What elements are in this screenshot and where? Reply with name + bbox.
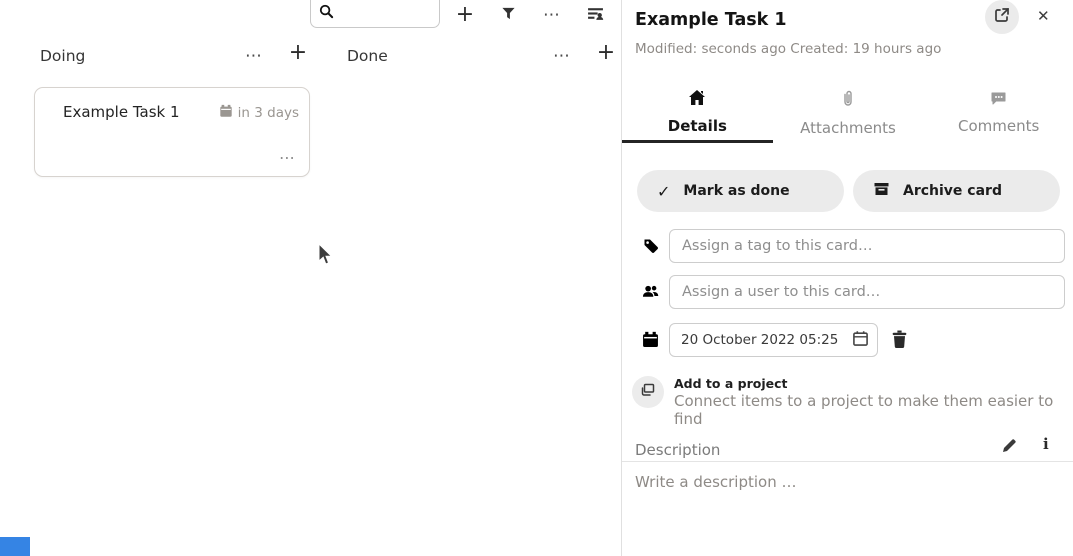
kanban-board: + ⋯ Doing ⋯ + Done ⋯ + Example Task 1 in… <box>0 0 621 556</box>
panel-tabs: Details Attachments Comments <box>622 84 1073 143</box>
plus-icon: + <box>597 40 615 65</box>
calendar-icon <box>642 331 659 348</box>
column-title-doing: Doing <box>40 47 85 65</box>
users-icon <box>642 283 659 300</box>
tab-comments-label: Comments <box>958 117 1039 135</box>
mouse-cursor <box>318 243 334 271</box>
calendar-outline-icon <box>852 330 869 351</box>
description-placeholder[interactable]: Write a description … <box>635 473 797 491</box>
project-windows-icon <box>640 382 656 402</box>
focus-indicator <box>0 537 30 556</box>
assign-tag-input[interactable] <box>669 229 1065 263</box>
column-doing-menu-button[interactable]: ⋯ <box>243 46 265 65</box>
assign-user-input[interactable] <box>669 275 1065 309</box>
search-input[interactable] <box>310 0 440 28</box>
edit-description-button[interactable] <box>1001 438 1017 458</box>
card-title: Example Task 1 <box>63 103 180 121</box>
calendar-icon <box>219 104 233 122</box>
add-to-project-button[interactable] <box>632 376 664 408</box>
home-icon <box>689 90 705 109</box>
add-to-project-subtitle: Connect items to a project to make them … <box>674 392 1073 428</box>
panel-title: Example Task 1 <box>635 10 787 30</box>
check-icon: ✓ <box>657 182 670 201</box>
ellipsis-icon: ⋯ <box>245 46 263 66</box>
trash-icon <box>891 333 908 352</box>
mark-as-done-label: Mark as done <box>683 183 789 199</box>
filter-icon <box>501 6 516 25</box>
archive-card-label: Archive card <box>903 183 1002 199</box>
panel-modified-created: Modified: seconds ago Created: 19 hours … <box>635 41 941 57</box>
tag-icon <box>642 237 659 254</box>
ellipsis-icon: ⋯ <box>543 7 561 24</box>
list-user-icon <box>587 5 604 26</box>
card-due-date: in 3 days <box>219 104 299 122</box>
archive-card-button[interactable]: Archive card <box>853 170 1060 212</box>
description-label: Description <box>635 441 720 459</box>
card-details-panel: Example Task 1 Modified: seconds ago Cre… <box>621 0 1073 556</box>
close-icon: ✕ <box>1037 7 1050 25</box>
card-menu-button[interactable]: ⋯ <box>279 148 296 167</box>
info-icon[interactable]: i <box>1043 435 1049 453</box>
archive-icon <box>873 181 890 201</box>
info-glyph: i <box>1043 435 1049 453</box>
ellipsis-icon: ⋯ <box>553 46 571 66</box>
column-done-menu-button[interactable]: ⋯ <box>551 46 573 65</box>
export-icon <box>994 7 1010 27</box>
plus-icon: + <box>289 40 307 65</box>
task-card[interactable]: Example Task 1 in 3 days ⋯ <box>34 87 310 177</box>
tab-attachments-label: Attachments <box>800 119 896 137</box>
open-in-window-button[interactable] <box>985 0 1019 34</box>
remove-date-button[interactable] <box>891 330 911 350</box>
search-icon <box>319 4 334 23</box>
tab-details[interactable]: Details <box>622 84 773 143</box>
assignee-filter-button[interactable] <box>583 3 607 27</box>
pencil-icon <box>1001 439 1017 458</box>
due-date-input[interactable] <box>669 323 878 357</box>
ellipsis-icon: ⋯ <box>279 148 296 167</box>
add-card-button[interactable]: + <box>453 3 477 27</box>
column-title-done: Done <box>347 47 388 65</box>
tab-comments[interactable]: Comments <box>923 84 1073 143</box>
column-doing-add-button[interactable]: + <box>287 42 309 64</box>
column-done-add-button[interactable]: + <box>595 42 617 64</box>
paperclip-icon <box>842 90 854 111</box>
tab-attachments[interactable]: Attachments <box>773 84 924 143</box>
board-menu-button[interactable]: ⋯ <box>540 3 564 27</box>
comment-icon <box>991 90 1006 109</box>
tab-details-label: Details <box>668 117 727 135</box>
description-divider <box>622 461 1073 462</box>
filter-button[interactable] <box>496 3 520 27</box>
card-due-label: in 3 days <box>238 105 299 121</box>
date-picker-button[interactable] <box>850 330 870 350</box>
close-panel-button[interactable]: ✕ <box>1037 7 1050 25</box>
add-to-project-title: Add to a project <box>674 376 787 391</box>
plus-icon: + <box>456 4 474 26</box>
mark-as-done-button[interactable]: ✓ Mark as done <box>637 170 844 212</box>
